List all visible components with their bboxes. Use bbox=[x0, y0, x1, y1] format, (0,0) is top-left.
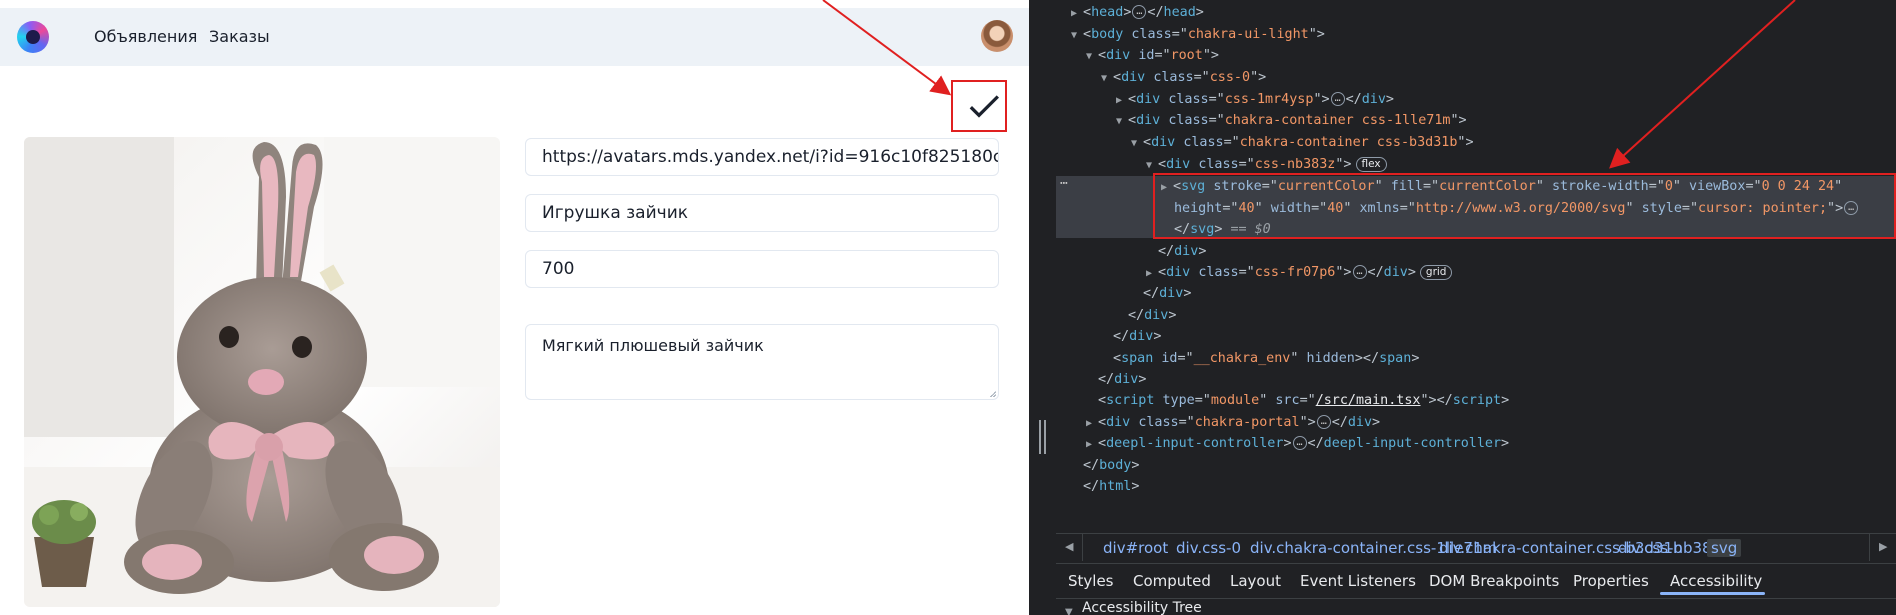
accessibility-tree-header[interactable]: ▼ Accessibility Tree bbox=[1056, 598, 1896, 615]
active-tab-indicator bbox=[1660, 592, 1765, 595]
top-strip bbox=[0, 0, 1029, 8]
dom-node-line[interactable]: </html> bbox=[1071, 476, 1139, 497]
tab-accessibility[interactable]: Accessibility bbox=[1670, 572, 1762, 590]
panel-splitter[interactable] bbox=[1029, 0, 1056, 615]
dom-node-markup: <script type="module" src="/src/main.tsx… bbox=[1098, 393, 1510, 408]
tab-properties[interactable]: Properties bbox=[1573, 572, 1649, 590]
elements-tree: ▶ <head>… </head> ▼ <body class="chakra-ui-l… bbox=[1056, 0, 1896, 528]
dom-node-line[interactable]: </div> bbox=[1131, 283, 1191, 304]
dom-node-markup: <span id="__chakra_env" hidden></span> bbox=[1113, 351, 1420, 366]
collapsed-triangle-icon[interactable]: ▶ bbox=[1086, 434, 1098, 455]
dom-node-line[interactable]: ▼ <div class="css-nb383z"> flex bbox=[1146, 154, 1387, 175]
dom-node-line[interactable]: ▶ <deepl-input-controller>… </deepl-input-… bbox=[1086, 433, 1509, 454]
product-photo bbox=[24, 137, 500, 607]
tab-computed[interactable]: Computed bbox=[1133, 572, 1211, 590]
breadcrumb-item[interactable]: svg bbox=[1707, 539, 1742, 557]
collapsed-triangle-icon[interactable]: ▶ bbox=[1146, 263, 1158, 284]
logo-icon[interactable] bbox=[17, 21, 49, 53]
tab-event-listeners[interactable]: Event Listeners bbox=[1300, 572, 1416, 590]
dom-node-line[interactable]: ▼ <body class="chakra-ui-light"> bbox=[1071, 24, 1325, 45]
dom-node-markup: </div> bbox=[1158, 244, 1207, 259]
dom-node-line[interactable]: ▶ <head>… </head> bbox=[1071, 2, 1204, 23]
dom-node-line[interactable]: ▶ <div class="css-fr07p6">… </div> grid bbox=[1146, 262, 1453, 284]
node-actions-icon[interactable]: ⋯ bbox=[1060, 176, 1068, 191]
tab-layout[interactable]: Layout bbox=[1230, 572, 1281, 590]
navbar: Объявления Заказы bbox=[0, 8, 1029, 66]
dom-node-line[interactable]: </body> bbox=[1071, 455, 1139, 476]
collapsed-triangle-icon[interactable]: ▶ bbox=[1116, 90, 1128, 111]
description-textarea[interactable]: Мягкий плюшевый зайчик bbox=[525, 324, 999, 400]
crumb-scroll-right[interactable]: ▶ bbox=[1869, 534, 1896, 561]
tab-dom-breakpoints[interactable]: DOM Breakpoints bbox=[1429, 572, 1559, 590]
description-value: Мягкий плюшевый зайчик bbox=[542, 336, 764, 355]
dom-node-markup: <body class="chakra-ui-light"> bbox=[1083, 27, 1325, 42]
dom-node-line[interactable]: </div> bbox=[1116, 305, 1176, 326]
image-url-value: https://avatars.mds.yandex.net/i?id=916c… bbox=[542, 147, 999, 167]
dom-node-line[interactable]: ▶ <div class="chakra-portal">… </div> bbox=[1086, 412, 1380, 433]
dom-node-markup: </body> bbox=[1083, 458, 1140, 473]
price-value: 700 bbox=[542, 259, 575, 279]
dom-node-line[interactable]: ▼ <div class="chakra-container css-1lle71… bbox=[1116, 110, 1467, 131]
drag-handle-icon[interactable] bbox=[1039, 420, 1046, 454]
dom-node-line[interactable]: </div> bbox=[1146, 241, 1206, 262]
breadcrumb-item[interactable]: div.css-0 bbox=[1176, 539, 1241, 557]
breadcrumb: ◀ ▶ div#root div.css-0 div.chakra-containe… bbox=[1056, 533, 1896, 561]
chevron-right-icon: ▶ bbox=[1879, 540, 1888, 553]
nav-link-orders[interactable]: Заказы bbox=[209, 27, 270, 46]
expanded-triangle-icon[interactable]: ▼ bbox=[1131, 133, 1143, 154]
dom-node-markup: <div class="css-nb383z"> flex bbox=[1158, 156, 1387, 172]
dom-node-line[interactable]: ▼ <div class="chakra-container css-b3d31b… bbox=[1131, 132, 1474, 153]
dom-node-markup: </html> bbox=[1083, 479, 1140, 494]
nav-link-ads[interactable]: Объявления bbox=[94, 27, 197, 46]
checkmark-icon[interactable] bbox=[964, 86, 1004, 126]
dom-node-markup: <div id="root"> bbox=[1098, 48, 1219, 63]
expanded-triangle-icon[interactable]: ▼ bbox=[1101, 68, 1113, 89]
resize-handle-icon[interactable] bbox=[990, 391, 996, 397]
crumb-scroll-left[interactable]: ◀ bbox=[1056, 534, 1083, 561]
dom-node-line[interactable]: ▼ <div id="root"> bbox=[1086, 45, 1219, 66]
expanded-triangle-icon[interactable]: ▼ bbox=[1116, 111, 1128, 132]
expanded-triangle-icon[interactable]: ▼ bbox=[1086, 46, 1098, 67]
dom-node-markup: </div> bbox=[1143, 286, 1192, 301]
dom-node-markup: </div> bbox=[1098, 372, 1147, 387]
dom-node-markup: <div class="css-1mr4ysp">… </div> bbox=[1128, 92, 1394, 107]
title-value: Игрушка зайчик bbox=[542, 203, 689, 223]
avatar[interactable] bbox=[981, 20, 1013, 52]
dom-node-line[interactable]: <span id="__chakra_env" hidden></span> bbox=[1101, 348, 1419, 369]
chevron-left-icon: ◀ bbox=[1065, 540, 1074, 553]
expand-triangle-icon: ▼ bbox=[1065, 607, 1073, 615]
dom-node-markup: <div class="chakra-container css-1lle71m… bbox=[1128, 113, 1467, 128]
image-url-input[interactable]: https://avatars.mds.yandex.net/i?id=916c… bbox=[525, 138, 999, 176]
dom-node-markup: <div class="chakra-portal">… </div> bbox=[1098, 415, 1381, 430]
dom-node-line[interactable]: ▼ <div class="css-0"> bbox=[1101, 67, 1266, 88]
dom-node-markup: <head>… </head> bbox=[1083, 5, 1204, 20]
dom-node-markup: <div class="chakra-container css-b3d31b"… bbox=[1143, 135, 1474, 150]
dom-node-line[interactable]: ▶ <div class="css-1mr4ysp">… </div> bbox=[1116, 89, 1394, 110]
dom-node-markup: </div> bbox=[1128, 308, 1177, 323]
dom-node-markup: </div> bbox=[1113, 329, 1162, 344]
expanded-triangle-icon[interactable]: ▼ bbox=[1071, 25, 1083, 46]
dom-node-markup: <div class="css-0"> bbox=[1113, 70, 1267, 85]
breadcrumb-item[interactable]: div#root bbox=[1103, 539, 1168, 557]
dom-node-markup: <div class="css-fr07p6">… </div> grid bbox=[1158, 264, 1453, 280]
collapsed-triangle-icon[interactable]: ▶ bbox=[1071, 3, 1083, 24]
dom-node-markup: <deepl-input-controller>… </deepl-input-c… bbox=[1098, 436, 1510, 451]
dom-node-line[interactable]: <script type="module" src="/src/main.tsx… bbox=[1086, 390, 1509, 411]
accessibility-tree-label: Accessibility Tree bbox=[1082, 600, 1202, 615]
collapsed-triangle-icon[interactable]: ▶ bbox=[1086, 413, 1098, 434]
app-page: Объявления Заказы https://avatars.mds.ya… bbox=[0, 0, 1029, 615]
svg-node-highlight-box bbox=[1153, 173, 1896, 239]
sidebar-tabs: Styles Computed Layout Event Listeners DOM B… bbox=[1056, 563, 1896, 597]
tab-styles[interactable]: Styles bbox=[1068, 572, 1114, 590]
title-input[interactable]: Игрушка зайчик bbox=[525, 194, 999, 232]
dom-node-line[interactable]: </div> bbox=[1086, 369, 1146, 390]
dom-node-line[interactable]: </div> bbox=[1101, 326, 1161, 347]
price-input[interactable]: 700 bbox=[525, 250, 999, 288]
